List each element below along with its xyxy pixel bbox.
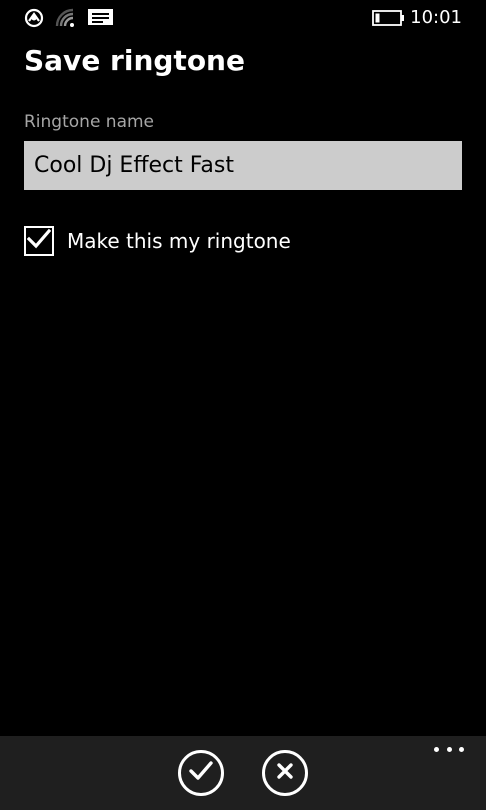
check-icon xyxy=(188,760,214,786)
checkmark-icon xyxy=(26,228,52,254)
status-bar: 10:01 xyxy=(0,0,486,36)
make-ringtone-checkbox-row[interactable]: Make this my ringtone xyxy=(24,224,291,258)
data-sense-icon xyxy=(24,8,44,32)
page-title: Save ringtone xyxy=(24,44,245,77)
more-options-button[interactable] xyxy=(434,742,464,756)
save-button[interactable] xyxy=(178,750,224,796)
app-bar xyxy=(0,736,486,810)
ringtone-name-input[interactable] xyxy=(24,141,462,190)
ringtone-name-label: Ringtone name xyxy=(24,112,155,132)
screen: 10:01 Save ringtone Ringtone name Make t… xyxy=(0,0,486,810)
cancel-icon xyxy=(275,761,295,785)
battery-icon xyxy=(372,10,406,30)
wifi-icon xyxy=(55,8,77,32)
status-time: 10:01 xyxy=(410,7,462,28)
make-ringtone-label[interactable]: Make this my ringtone xyxy=(67,229,291,253)
message-icon xyxy=(87,8,114,32)
make-ringtone-checkbox[interactable] xyxy=(24,226,54,256)
ellipsis-icon xyxy=(434,746,439,752)
cancel-button[interactable] xyxy=(262,750,308,796)
